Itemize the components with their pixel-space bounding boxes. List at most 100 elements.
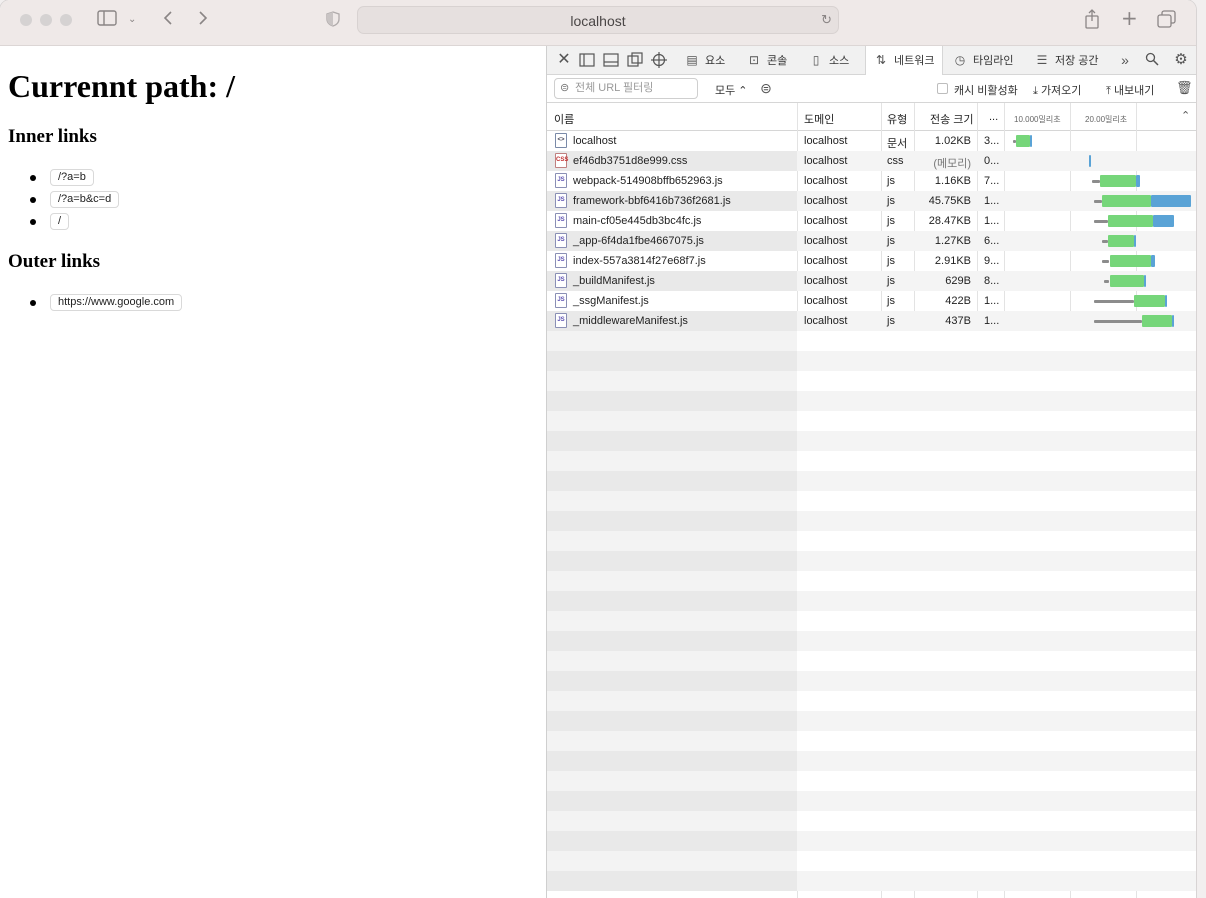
table-row[interactable]: JS _app-6f4da1fbe4667075.js localhost js 1.2… <box>547 231 1196 251</box>
clear-log-icon[interactable]: 🗑 <box>1176 80 1193 96</box>
waterfall-download-bar <box>1151 195 1192 207</box>
sources-icon: ▯ <box>812 53 820 67</box>
request-name: framework-bbf6416b736f2681.js <box>573 195 731 207</box>
empty-row <box>547 431 1196 451</box>
inner-link-button[interactable]: / <box>50 213 70 230</box>
share-icon[interactable] <box>1084 9 1100 34</box>
table-row[interactable]: JS webpack-514908bffb652963.js localhost js… <box>547 171 1196 191</box>
tab-overview-icon[interactable] <box>1157 10 1177 33</box>
waterfall-wait-bar <box>1092 180 1100 183</box>
web-page: Currennt path: / Inner links /?a=b /?a=b… <box>0 46 546 898</box>
table-row[interactable]: CSS ef46db3751d8e999.css localhost css (메모리)… <box>547 151 1196 171</box>
column-name[interactable]: 이름 <box>554 111 574 127</box>
column-domain[interactable]: 도메인 <box>804 111 834 127</box>
chevron-down-icon[interactable]: ⌄ <box>128 10 136 30</box>
tab-network[interactable]: ⇅ 네트워크 <box>865 46 943 76</box>
inner-link-button[interactable]: /?a=b <box>50 169 94 186</box>
js-file-icon: JS <box>555 273 567 288</box>
waterfall-wait-bar <box>1094 200 1102 203</box>
table-row[interactable]: JS main-cf05e445db3bc4fc.js localhost js 28.… <box>547 211 1196 231</box>
waterfall-receive-bar <box>1107 235 1135 247</box>
empty-row <box>547 351 1196 371</box>
import-button[interactable]: ⤓ 가져오기 <box>1033 82 1081 98</box>
empty-row <box>547 771 1196 791</box>
new-tab-icon[interactable]: + <box>1121 8 1138 28</box>
request-time: 9... <box>984 255 1000 267</box>
empty-row <box>547 391 1196 411</box>
empty-row <box>547 531 1196 551</box>
table-row[interactable]: <> localhost localhost 문서 1.02KB 3... <box>547 131 1196 151</box>
url-filter-input[interactable]: ⊜ 전체 URL 필터링 <box>554 78 698 99</box>
empty-row <box>547 831 1196 851</box>
tab-storage[interactable]: ☰ 저장 공간 <box>1035 46 1115 75</box>
request-type: js <box>887 295 895 307</box>
detach-window-icon[interactable] <box>627 52 643 68</box>
table-row[interactable]: JS _ssgManifest.js localhost js 422B 1... <box>547 291 1196 311</box>
waterfall-download-bar <box>1088 155 1092 167</box>
page-title: Currennt path: / <box>8 68 235 104</box>
tab-timeline[interactable]: ◷ 타임라인 <box>953 46 1023 75</box>
elements-icon: ▤ <box>686 53 698 67</box>
inner-links-heading: Inner links <box>8 126 97 147</box>
console-icon: ⊡ <box>748 53 760 67</box>
empty-row <box>547 371 1196 391</box>
empty-row <box>547 611 1196 631</box>
close-icon[interactable]: ✕ <box>556 52 572 68</box>
table-row[interactable]: JS index-557a3814f27e68f7.js localhost js 2.… <box>547 251 1196 271</box>
waterfall-download-bar <box>1029 135 1032 147</box>
forward-button[interactable] <box>197 10 209 31</box>
request-size: 422B <box>945 295 971 307</box>
zoom-window-button[interactable] <box>60 14 72 26</box>
tab-sources[interactable]: ▯ 소스 <box>809 46 859 75</box>
table-row[interactable]: JS _buildManifest.js localhost js 629B 8... <box>547 271 1196 291</box>
waterfall-wait-bar <box>1094 320 1142 323</box>
network-icon: ⇅ <box>875 53 887 67</box>
table-row[interactable]: JS _middlewareManifest.js localhost js 437B 1… <box>547 311 1196 331</box>
empty-row <box>547 411 1196 431</box>
request-time: 0... <box>984 155 1000 167</box>
empty-row <box>547 851 1196 871</box>
back-button[interactable] <box>162 10 174 31</box>
inner-link-button[interactable]: /?a=b&c=d <box>50 191 120 208</box>
dock-bottom-icon[interactable] <box>603 52 619 68</box>
shield-icon[interactable] <box>326 11 340 32</box>
empty-row <box>547 751 1196 771</box>
reload-icon[interactable]: ↻ <box>821 11 832 31</box>
table-row[interactable]: JS framework-bbf6416b736f2681.js localhost… <box>547 191 1196 211</box>
column-size[interactable]: 전송 크기 <box>930 111 974 127</box>
request-type: js <box>887 215 895 227</box>
sidebar-toggle-icon[interactable] <box>97 10 117 31</box>
column-more[interactable]: ... <box>989 111 998 123</box>
dock-left-icon[interactable] <box>579 52 595 68</box>
close-window-button[interactable] <box>20 14 32 26</box>
request-domain: localhost <box>804 135 848 147</box>
disable-cache-checkbox[interactable] <box>937 83 948 94</box>
gear-icon[interactable]: ⚙ <box>1173 52 1189 68</box>
tab-console[interactable]: ⊡ 콘솔 <box>747 46 797 75</box>
request-domain: localhost <box>804 215 848 227</box>
minimize-window-button[interactable] <box>40 14 52 26</box>
waterfall-receive-bar <box>1141 315 1173 327</box>
export-button[interactable]: ⤒ 내보내기 <box>1106 82 1154 98</box>
empty-row <box>547 711 1196 731</box>
outer-link-button[interactable]: https://www.google.com <box>50 294 183 311</box>
waterfall-download-bar <box>1151 255 1156 267</box>
request-size: 437B <box>945 315 971 327</box>
tab-elements[interactable]: ▤ 요소 <box>685 46 735 75</box>
empty-row <box>547 331 1196 351</box>
address-bar[interactable]: localhost ↻ <box>357 6 839 34</box>
request-type: css <box>887 155 904 167</box>
request-size: 1.27KB <box>934 235 971 247</box>
empty-row <box>547 451 1196 471</box>
more-tabs-icon[interactable]: » <box>1117 52 1133 68</box>
column-type[interactable]: 유형 <box>887 111 907 127</box>
request-type: js <box>887 175 895 187</box>
type-filter-select[interactable]: 모두 ⌃ <box>715 82 748 98</box>
browser-window: ⌄ localhost ↻ + Currennt path: / Inner l… <box>0 0 1196 898</box>
sort-chevron-up-icon[interactable]: ⌃ <box>1181 109 1190 122</box>
request-domain: localhost <box>804 315 848 327</box>
search-icon[interactable] <box>1144 52 1160 68</box>
filter-options-icon[interactable]: ⊜ <box>758 80 774 96</box>
crosshair-icon[interactable] <box>651 52 667 68</box>
request-size: 1.02KB <box>934 135 971 147</box>
